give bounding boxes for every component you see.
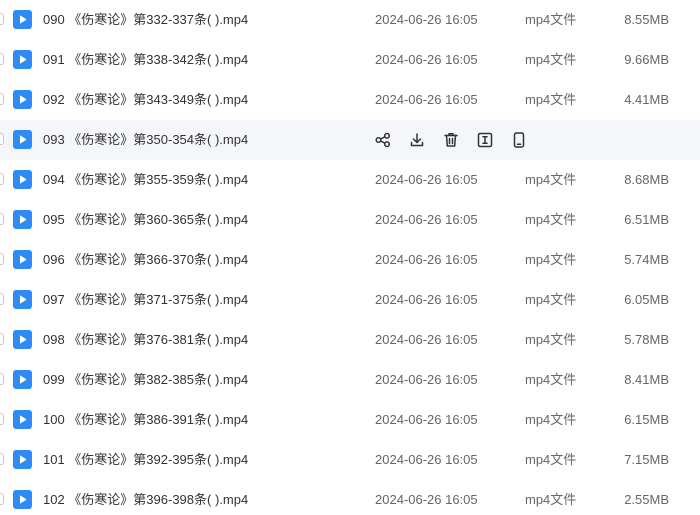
file-size: 6.05MB — [624, 292, 669, 307]
file-type: mp4文件 — [525, 212, 577, 227]
phone-icon[interactable] — [510, 131, 528, 149]
file-name[interactable]: 101 《伤寒论》第392-395条( ).mp4 — [43, 440, 248, 480]
file-row[interactable]: 095 《伤寒论》第360-365条( ).mp4 2024-06-26 16:… — [0, 200, 700, 240]
row-checkbox[interactable] — [0, 213, 4, 225]
row-checkbox[interactable] — [0, 253, 4, 265]
file-row[interactable]: 092 《伤寒论》第343-349条( ).mp4 2024-06-26 16:… — [0, 80, 700, 120]
file-size: 5.74MB — [624, 252, 669, 267]
file-row[interactable]: 097 《伤寒论》第371-375条( ).mp4 2024-06-26 16:… — [0, 280, 700, 320]
file-row[interactable]: 091 《伤寒论》第338-342条( ).mp4 2024-06-26 16:… — [0, 40, 700, 80]
video-file-icon — [13, 290, 32, 309]
file-row[interactable]: 099 《伤寒论》第382-385条( ).mp4 2024-06-26 16:… — [0, 360, 700, 400]
file-date: 2024-06-26 16:05 — [375, 172, 478, 187]
file-size: 4.41MB — [624, 92, 669, 107]
file-row[interactable]: 096 《伤寒论》第366-370条( ).mp4 2024-06-26 16:… — [0, 240, 700, 280]
row-checkbox[interactable] — [0, 13, 4, 25]
file-name[interactable]: 096 《伤寒论》第366-370条( ).mp4 — [43, 240, 248, 280]
video-file-icon — [13, 10, 32, 29]
file-type: mp4文件 — [525, 412, 577, 427]
file-size: 8.41MB — [624, 372, 669, 387]
row-checkbox[interactable] — [0, 293, 4, 305]
file-list: 090 《伤寒论》第332-337条( ).mp4 2024-06-26 16:… — [0, 0, 700, 515]
file-type: mp4文件 — [525, 172, 577, 187]
file-date: 2024-06-26 16:05 — [375, 412, 478, 427]
video-file-icon — [13, 450, 32, 469]
row-checkbox[interactable] — [0, 173, 4, 185]
file-date: 2024-06-26 16:05 — [375, 12, 478, 27]
row-checkbox[interactable] — [0, 413, 4, 425]
row-checkbox[interactable] — [0, 133, 4, 145]
file-row[interactable]: 100 《伤寒论》第386-391条( ).mp4 2024-06-26 16:… — [0, 400, 700, 440]
file-date: 2024-06-26 16:05 — [375, 252, 478, 267]
file-size: 9.66MB — [624, 52, 669, 67]
file-date: 2024-06-26 16:05 — [375, 292, 478, 307]
file-row[interactable]: 102 《伤寒论》第396-398条( ).mp4 2024-06-26 16:… — [0, 480, 700, 515]
file-date: 2024-06-26 16:05 — [375, 52, 478, 67]
video-file-icon — [13, 330, 32, 349]
file-type: mp4文件 — [525, 492, 577, 507]
file-size: 6.51MB — [624, 212, 669, 227]
video-file-icon — [13, 410, 32, 429]
file-type: mp4文件 — [525, 52, 577, 67]
video-file-icon — [13, 50, 32, 69]
file-date: 2024-06-26 16:05 — [375, 92, 478, 107]
file-name[interactable]: 091 《伤寒论》第338-342条( ).mp4 — [43, 40, 248, 80]
file-date: 2024-06-26 16:05 — [375, 452, 478, 467]
row-checkbox[interactable] — [0, 53, 4, 65]
file-name[interactable]: 102 《伤寒论》第396-398条( ).mp4 — [43, 480, 248, 515]
file-size: 7.15MB — [624, 452, 669, 467]
share-icon[interactable] — [374, 131, 392, 149]
file-type: mp4文件 — [525, 372, 577, 387]
video-file-icon — [13, 370, 32, 389]
file-type: mp4文件 — [525, 292, 577, 307]
file-type: mp4文件 — [525, 452, 577, 467]
video-file-icon — [13, 90, 32, 109]
file-type: mp4文件 — [525, 12, 577, 27]
file-row[interactable]: 090 《伤寒论》第332-337条( ).mp4 2024-06-26 16:… — [0, 0, 700, 40]
file-date: 2024-06-26 16:05 — [375, 212, 478, 227]
file-type: mp4文件 — [525, 252, 577, 267]
file-row[interactable]: 098 《伤寒论》第376-381条( ).mp4 2024-06-26 16:… — [0, 320, 700, 360]
row-checkbox[interactable] — [0, 453, 4, 465]
file-size: 8.55MB — [624, 12, 669, 27]
video-file-icon — [13, 250, 32, 269]
video-file-icon — [13, 490, 32, 509]
file-name[interactable]: 100 《伤寒论》第386-391条( ).mp4 — [43, 400, 248, 440]
file-type: mp4文件 — [525, 92, 577, 107]
file-date: 2024-06-26 16:05 — [375, 332, 478, 347]
delete-icon[interactable] — [442, 131, 460, 149]
rename-icon[interactable] — [476, 131, 494, 149]
file-row[interactable]: 094 《伤寒论》第355-359条( ).mp4 2024-06-26 16:… — [0, 160, 700, 200]
video-file-icon — [13, 170, 32, 189]
file-size: 8.68MB — [624, 172, 669, 187]
video-file-icon — [13, 210, 32, 229]
download-icon[interactable] — [408, 131, 426, 149]
file-name[interactable]: 090 《伤寒论》第332-337条( ).mp4 — [43, 0, 248, 40]
file-name[interactable]: 098 《伤寒论》第376-381条( ).mp4 — [43, 320, 248, 360]
file-name[interactable]: 097 《伤寒论》第371-375条( ).mp4 — [43, 280, 248, 320]
file-name[interactable]: 099 《伤寒论》第382-385条( ).mp4 — [43, 360, 248, 400]
file-name[interactable]: 092 《伤寒论》第343-349条( ).mp4 — [43, 80, 248, 120]
file-date: 2024-06-26 16:05 — [375, 372, 478, 387]
file-row[interactable]: 101 《伤寒论》第392-395条( ).mp4 2024-06-26 16:… — [0, 440, 700, 480]
row-checkbox[interactable] — [0, 333, 4, 345]
video-file-icon — [13, 130, 32, 149]
file-type: mp4文件 — [525, 332, 577, 347]
file-row-hovered[interactable]: 093 《伤寒论》第350-354条( ).mp4 — [0, 120, 700, 160]
file-name[interactable]: 093 《伤寒论》第350-354条( ).mp4 — [43, 120, 248, 160]
file-size: 5.78MB — [624, 332, 669, 347]
file-size: 6.15MB — [624, 412, 669, 427]
file-name[interactable]: 095 《伤寒论》第360-365条( ).mp4 — [43, 200, 248, 240]
row-checkbox[interactable] — [0, 93, 4, 105]
file-size: 2.55MB — [624, 492, 669, 507]
file-name[interactable]: 094 《伤寒论》第355-359条( ).mp4 — [43, 160, 248, 200]
row-checkbox[interactable] — [0, 493, 4, 505]
row-checkbox[interactable] — [0, 373, 4, 385]
file-date: 2024-06-26 16:05 — [375, 492, 478, 507]
